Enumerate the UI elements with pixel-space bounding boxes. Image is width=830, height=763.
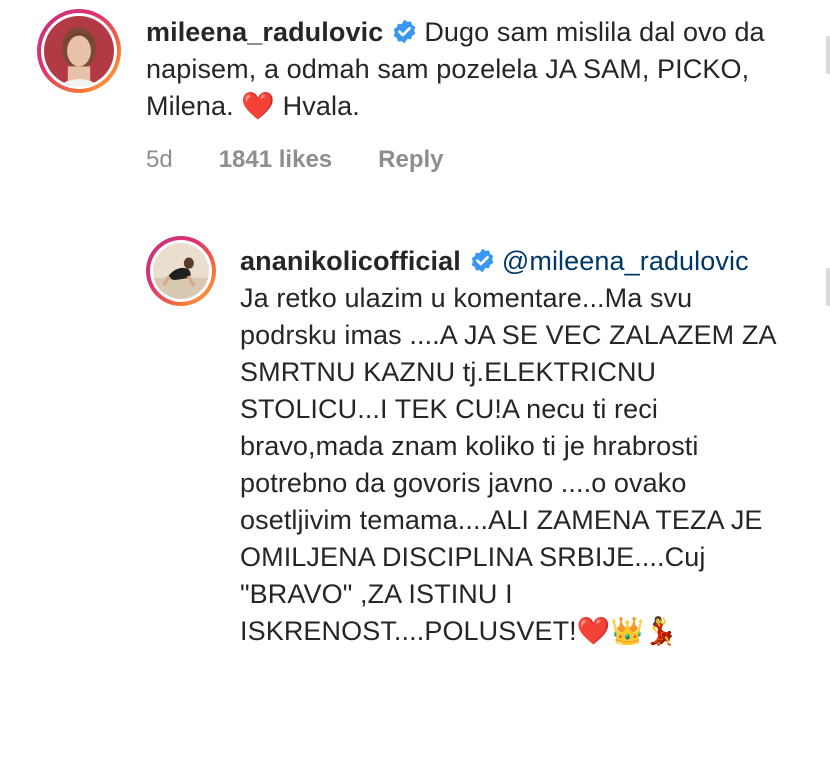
comment-meta: 5d 1841 likes Reply bbox=[146, 146, 444, 174]
reply-text: Ja retko ulazim u komentare...Ma svu pod… bbox=[240, 283, 783, 646]
scrollbar-edge bbox=[826, 36, 830, 74]
comment-body: mileena_radulovic Dugo sam mislila dal ov… bbox=[146, 14, 786, 125]
comment-time[interactable]: 5d bbox=[146, 146, 173, 174]
reply-username[interactable]: ananikolicofficial bbox=[240, 246, 461, 276]
comment-likes[interactable]: 1841 likes bbox=[219, 146, 332, 174]
reply-body: ananikolicofficial @mileena_radulovic Ja … bbox=[240, 243, 780, 650]
avatar-photo bbox=[44, 16, 114, 86]
comment-username[interactable]: mileena_radulovic bbox=[146, 17, 383, 47]
reply-mention-link[interactable]: @mileena_radulovic bbox=[502, 246, 749, 276]
avatar-photo bbox=[153, 243, 209, 299]
reply-button[interactable]: Reply bbox=[378, 146, 443, 174]
avatar-mileena[interactable] bbox=[37, 9, 121, 93]
verified-badge-icon bbox=[391, 18, 418, 45]
avatar-ananikolic[interactable] bbox=[146, 236, 216, 306]
scrollbar-edge bbox=[826, 268, 830, 306]
verified-badge-icon bbox=[469, 247, 496, 274]
